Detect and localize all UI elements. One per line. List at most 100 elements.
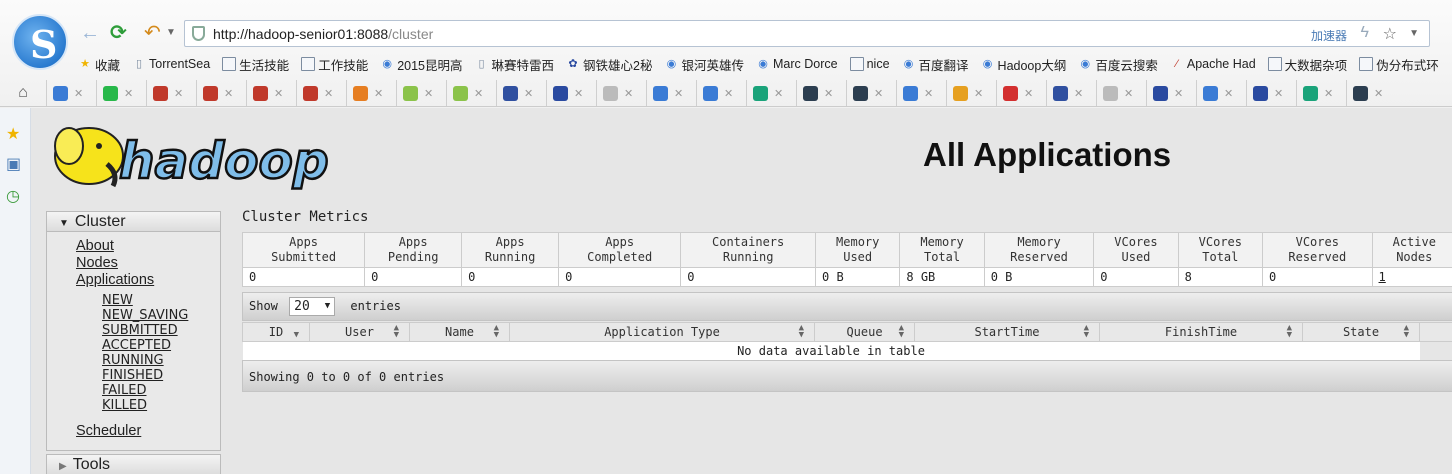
tab-close-icon[interactable]: ✕ [324, 87, 333, 100]
tab-close-icon[interactable]: ✕ [424, 87, 433, 100]
browser-tab[interactable]: ✕ [496, 80, 546, 106]
nav-state-new-saving[interactable]: NEW_SAVING [47, 308, 220, 323]
bookmark-item[interactable]: ▯ TorrentSea [132, 54, 210, 74]
browser-tab[interactable]: ✕ [146, 80, 196, 106]
browser-tab[interactable]: ✕ [996, 80, 1046, 106]
bookmark-item[interactable]: 伪分布式环 [1359, 54, 1439, 74]
favorites-star-icon[interactable]: ★ [6, 124, 20, 144]
tab-close-icon[interactable]: ✕ [624, 87, 633, 100]
nav-scheduler[interactable]: Scheduler [47, 423, 220, 440]
tab-close-icon[interactable]: ✕ [574, 87, 583, 100]
star-outline-icon[interactable]: ☆ [1383, 24, 1397, 44]
browser-tab[interactable]: ✕ [296, 80, 346, 106]
url-text[interactable]: http://hadoop-senior01:8088/cluster [213, 26, 433, 42]
bookmark-item[interactable]: ★ 收藏 [78, 54, 120, 74]
lightning-icon[interactable]: ϟ [1361, 24, 1369, 42]
browser-tab[interactable]: ✕ [896, 80, 946, 106]
tab-close-icon[interactable]: ✕ [674, 87, 683, 100]
reader-icon[interactable]: ▣ [6, 154, 21, 174]
browser-logo-icon[interactable]: S [12, 14, 68, 70]
metric-value[interactable]: 1 [1371, 267, 1452, 287]
bookmark-item[interactable]: ▯ 琳賽特雷西 [475, 54, 554, 74]
tab-close-icon[interactable]: ✕ [1324, 87, 1333, 100]
browser-tab[interactable]: ✕ [1046, 80, 1096, 106]
tab-close-icon[interactable]: ✕ [1124, 87, 1133, 100]
tab-close-icon[interactable]: ✕ [1274, 87, 1283, 100]
nav-about[interactable]: About [47, 238, 220, 255]
browser-tab[interactable]: ✕ [196, 80, 246, 106]
home-icon[interactable]: ⌂ [0, 80, 46, 106]
tab-close-icon[interactable]: ✕ [874, 87, 883, 100]
dropdown-icon[interactable]: ▼ [1409, 28, 1419, 39]
browser-tab[interactable]: ✕ [1096, 80, 1146, 106]
tools-section-header[interactable]: ▶ Tools [46, 454, 221, 474]
nav-state-accepted[interactable]: ACCEPTED [47, 338, 220, 353]
bookmark-item[interactable]: ✿ 钢铁雄心2秘 [566, 54, 652, 74]
tab-close-icon[interactable]: ✕ [74, 87, 83, 100]
tab-close-icon[interactable]: ✕ [1224, 87, 1233, 100]
back-arrow-icon[interactable]: ← [80, 22, 100, 44]
bookmark-item[interactable]: ⁄ Apache Had [1170, 54, 1256, 74]
tab-close-icon[interactable]: ✕ [524, 87, 533, 100]
tab-close-icon[interactable]: ✕ [724, 87, 733, 100]
tab-close-icon[interactable]: ✕ [1024, 87, 1033, 100]
bookmark-item[interactable]: 工作技能 [301, 54, 368, 74]
browser-tab[interactable]: ✕ [446, 80, 496, 106]
browser-tab[interactable]: ✕ [746, 80, 796, 106]
tab-close-icon[interactable]: ✕ [174, 87, 183, 100]
browser-tab[interactable]: ✕ [546, 80, 596, 106]
tab-close-icon[interactable]: ✕ [924, 87, 933, 100]
browser-tab[interactable]: ✕ [1296, 80, 1346, 106]
bookmark-item[interactable]: ◉ Hadoop大纲 [981, 54, 1067, 74]
nav-state-running[interactable]: RUNNING [47, 353, 220, 368]
browser-tab[interactable]: ✕ [1196, 80, 1246, 106]
tab-close-icon[interactable]: ✕ [1374, 87, 1383, 100]
undo-dropdown-icon[interactable]: ▼ [166, 22, 176, 44]
bookmark-item[interactable]: ◉ 银河英雄传 [664, 54, 744, 74]
browser-tab[interactable]: ✕ [246, 80, 296, 106]
tab-close-icon[interactable]: ✕ [374, 87, 383, 100]
browser-tab[interactable]: ✕ [696, 80, 746, 106]
tab-close-icon[interactable]: ✕ [1074, 87, 1083, 100]
browser-tab[interactable]: ✕ [596, 80, 646, 106]
nav-state-new[interactable]: NEW [47, 293, 220, 308]
undo-icon[interactable]: ↶ [144, 22, 161, 44]
column-header[interactable]: StartTime ▲ ▼ [914, 322, 1100, 342]
browser-tab[interactable]: ✕ [946, 80, 996, 106]
browser-tab[interactable]: ✕ [1346, 80, 1396, 106]
column-header[interactable]: Queue ▲ ▼ [814, 322, 915, 342]
history-clock-icon[interactable]: ◷ [6, 186, 20, 206]
browser-tab[interactable]: ✕ [346, 80, 396, 106]
nav-state-finished[interactable]: FINISHED [47, 368, 220, 383]
column-header[interactable]: State ▲ ▼ [1302, 322, 1420, 342]
bookmark-item[interactable]: ◉ Marc Dorce [756, 54, 837, 74]
tab-close-icon[interactable]: ✕ [774, 87, 783, 100]
nav-nodes[interactable]: Nodes [47, 255, 220, 272]
nav-state-submitted[interactable]: SUBMITTED [47, 323, 220, 338]
bookmark-item[interactable]: ◉ 百度云搜索 [1078, 54, 1158, 74]
browser-tab[interactable]: ✕ [96, 80, 146, 106]
column-header[interactable]: Name ▲ ▼ [409, 322, 510, 342]
refresh-icon[interactable]: ⟳ [110, 22, 127, 44]
accelerator-label[interactable]: 加速器 [1311, 27, 1347, 44]
bookmark-item[interactable]: nice [849, 54, 890, 74]
tab-close-icon[interactable]: ✕ [974, 87, 983, 100]
tab-close-icon[interactable]: ✕ [274, 87, 283, 100]
bookmark-item[interactable]: 大数据杂项 [1267, 54, 1347, 74]
tab-close-icon[interactable]: ✕ [224, 87, 233, 100]
browser-tab[interactable]: ✕ [846, 80, 896, 106]
hadoop-elephant-logo[interactable]: hadoop [47, 116, 347, 196]
address-bar[interactable]: http://hadoop-senior01:8088/cluster 加速器 … [184, 20, 1430, 47]
tab-close-icon[interactable]: ✕ [124, 87, 133, 100]
nav-state-failed[interactable]: FAILED [47, 383, 220, 398]
tab-close-icon[interactable]: ✕ [1174, 87, 1183, 100]
tab-close-icon[interactable]: ✕ [824, 87, 833, 100]
browser-tab[interactable]: ✕ [1146, 80, 1196, 106]
browser-tab[interactable]: ✕ [796, 80, 846, 106]
browser-tab[interactable]: ✕ [46, 80, 96, 106]
column-header[interactable]: User ▲ ▼ [309, 322, 410, 342]
nav-applications[interactable]: Applications [47, 272, 220, 289]
nav-state-killed[interactable]: KILLED [47, 398, 220, 413]
bookmark-item[interactable]: 生活技能 [222, 54, 289, 74]
browser-tab[interactable]: ✕ [646, 80, 696, 106]
